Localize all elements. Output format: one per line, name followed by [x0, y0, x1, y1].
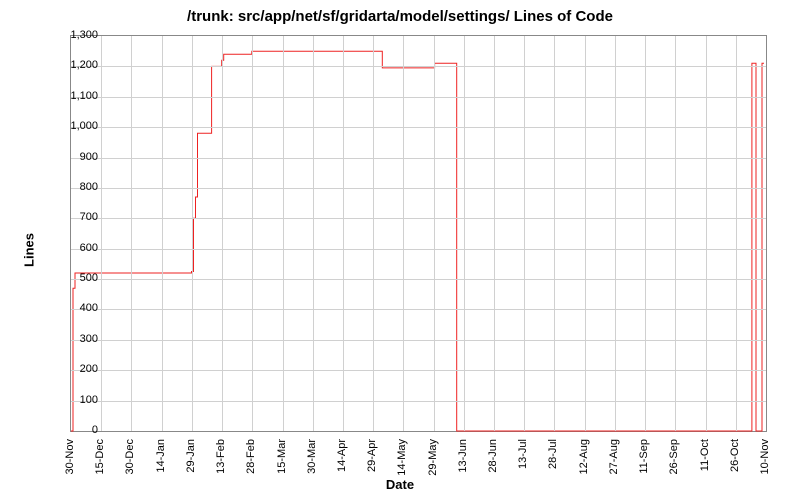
y-tick-label: 400 [80, 302, 98, 314]
x-tick-label: 30-Mar [306, 439, 318, 489]
gridline-v [373, 36, 374, 431]
x-tick-label: 28-Jun [487, 439, 499, 489]
x-tick-label: 12-Aug [578, 439, 590, 489]
gridline-h [71, 401, 766, 402]
gridline-v [464, 36, 465, 431]
gridline-h [71, 309, 766, 310]
y-tick-label: 100 [80, 394, 98, 406]
gridline-v [222, 36, 223, 431]
y-tick-label: 800 [80, 181, 98, 193]
x-tick-label: 13-Feb [215, 439, 227, 489]
gridline-v [162, 36, 163, 431]
y-tick-label: 500 [80, 272, 98, 284]
gridline-h [71, 249, 766, 250]
y-tick-label: 1,300 [70, 29, 98, 41]
x-tick-label: 26-Oct [729, 439, 741, 489]
y-axis-label: Lines [21, 233, 36, 267]
gridline-v [675, 36, 676, 431]
x-tick-label: 15-Dec [94, 439, 106, 489]
y-tick-label: 200 [80, 363, 98, 375]
gridline-v [736, 36, 737, 431]
y-tick-label: 300 [80, 333, 98, 345]
gridline-h [71, 188, 766, 189]
gridline-v [101, 36, 102, 431]
gridline-v [585, 36, 586, 431]
x-tick-label: 14-Jan [155, 439, 167, 489]
x-tick-label: 29-Apr [366, 439, 378, 489]
x-tick-label: 29-Jan [185, 439, 197, 489]
gridline-h [71, 127, 766, 128]
chart-container: /trunk: src/app/net/sf/gridarta/model/se… [0, 0, 800, 500]
gridline-v [252, 36, 253, 431]
gridline-h [71, 158, 766, 159]
series-line [71, 51, 764, 431]
gridline-v [343, 36, 344, 431]
y-tick-label: 0 [92, 424, 98, 436]
x-tick-label: 13-Jun [457, 439, 469, 489]
gridline-h [71, 97, 766, 98]
x-tick-label: 10-Nov [759, 439, 771, 489]
gridline-h [71, 218, 766, 219]
y-tick-label: 1,100 [70, 90, 98, 102]
gridline-v [131, 36, 132, 431]
gridline-v [283, 36, 284, 431]
x-tick-label: 28-Feb [245, 439, 257, 489]
gridline-v [524, 36, 525, 431]
gridline-h [71, 340, 766, 341]
gridline-v [313, 36, 314, 431]
gridline-v [494, 36, 495, 431]
x-tick-label: 30-Dec [124, 439, 136, 489]
x-tick-label: 14-Apr [336, 439, 348, 489]
x-tick-label: 15-Mar [276, 439, 288, 489]
gridline-v [615, 36, 616, 431]
y-tick-label: 1,200 [70, 59, 98, 71]
x-tick-label: 29-May [427, 439, 439, 489]
y-tick-label: 600 [80, 242, 98, 254]
x-tick-label: 30-Nov [64, 439, 76, 489]
x-tick-label: 11-Sep [638, 439, 650, 489]
plot-area [70, 35, 767, 432]
x-tick-label: 13-Jul [517, 439, 529, 489]
gridline-v [554, 36, 555, 431]
y-tick-label: 1,000 [70, 120, 98, 132]
x-tick-label: 27-Aug [608, 439, 620, 489]
gridline-h [71, 279, 766, 280]
gridline-v [403, 36, 404, 431]
gridline-v [192, 36, 193, 431]
gridline-h [71, 370, 766, 371]
x-tick-label: 28-Jul [547, 439, 559, 489]
x-tick-label: 26-Sep [668, 439, 680, 489]
x-tick-label: 11-Oct [699, 439, 711, 489]
chart-title: /trunk: src/app/net/sf/gridarta/model/se… [0, 8, 800, 25]
y-tick-label: 700 [80, 211, 98, 223]
gridline-v [434, 36, 435, 431]
gridline-h [71, 66, 766, 67]
gridline-v [706, 36, 707, 431]
gridline-v [645, 36, 646, 431]
y-tick-label: 900 [80, 151, 98, 163]
data-line-svg [71, 36, 766, 431]
x-tick-label: 14-May [396, 439, 408, 489]
